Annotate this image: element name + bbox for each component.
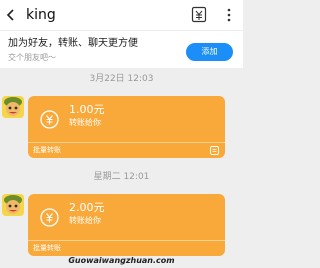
transfer-amount: 1.00元 (69, 103, 105, 116)
avatar[interactable] (2, 96, 24, 118)
transfer-card-footer: 批量转账 (28, 240, 225, 256)
transfer-footer-label: 批量转账 (33, 244, 61, 252)
transfer-description: 转账给你 (69, 216, 101, 225)
add-friend-button[interactable]: 添加 (186, 43, 233, 61)
watermark: Guowaiwangzhuan.com (68, 256, 175, 265)
transfer-description: 转账给你 (69, 118, 101, 127)
transfer-card[interactable]: 2.00元 转账给你 批量转账 (28, 194, 225, 256)
transfer-card[interactable]: 1.00元 转账给你 批量转账 (28, 96, 225, 158)
transfer-footer-label: 批量转账 (33, 146, 61, 154)
yuan-transfer-icon[interactable] (191, 6, 207, 23)
transfer-coin-icon (40, 208, 59, 227)
banner-title: 加为好友，转账、聊天更方便 (8, 38, 138, 49)
more-vertical-icon[interactable] (222, 6, 236, 24)
chat-header: king (0, 0, 243, 30)
chevron-left-icon[interactable] (4, 8, 18, 22)
message-timestamp: 星期二 12:01 (93, 172, 150, 182)
transfer-card-footer: 批量转账 (28, 142, 225, 158)
message-timestamp: 3月22日 12:03 (89, 74, 154, 84)
transfer-coin-icon (40, 110, 59, 129)
banner-subtitle: 交个朋友吧～ (8, 53, 56, 62)
avatar[interactable] (2, 194, 24, 216)
chat-title: king (26, 7, 56, 23)
transfer-amount: 2.00元 (69, 201, 105, 214)
add-friend-banner: 加为好友，转账、聊天更方便 交个朋友吧～ 添加 (0, 30, 243, 68)
transfer-logo-icon (210, 146, 219, 155)
